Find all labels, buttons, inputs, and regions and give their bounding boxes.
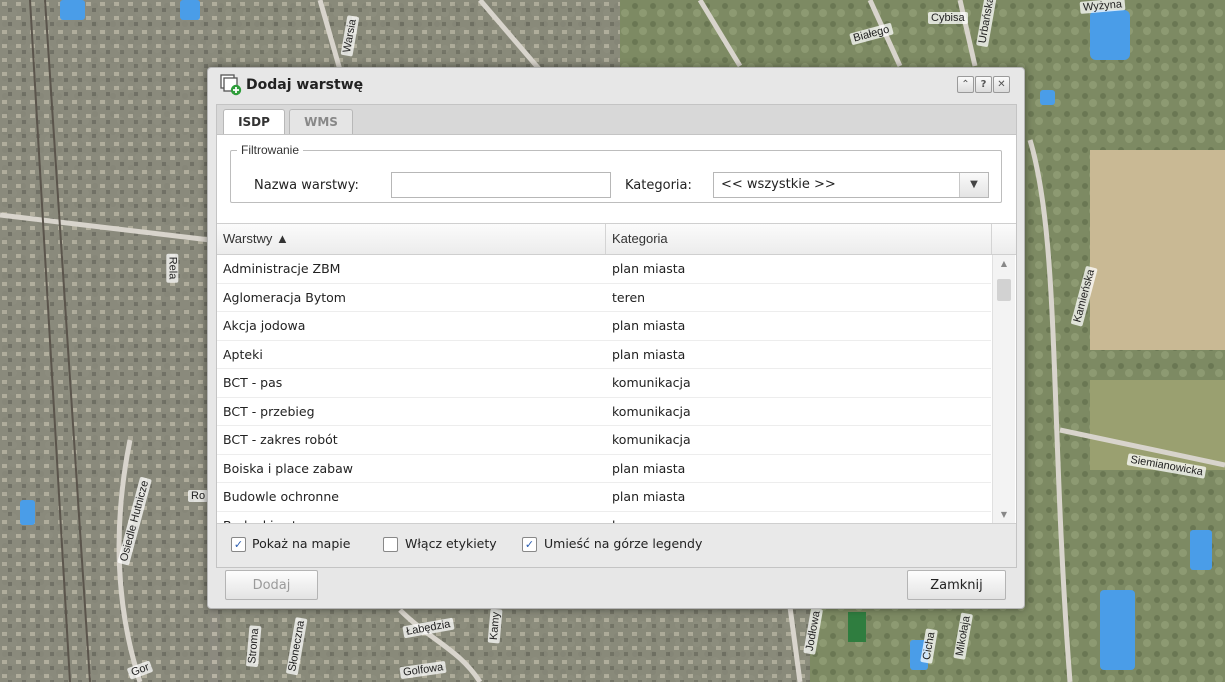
street-label: Ro [188, 490, 209, 502]
grid-rows: Administracje ZBM plan miasta Aglomeracja … [217, 255, 991, 524]
table-row[interactable]: Boiska i place zabaw plan miasta [217, 455, 991, 483]
table-row[interactable]: Apteki plan miasta [217, 341, 991, 369]
layer-name-cell: Akcja jodowa [223, 318, 306, 333]
add-layer-dialog: Dodaj warstwę ⌃ ? ✕ ISDP WMS Filtrowanie… [207, 67, 1025, 609]
layer-name-label: Nazwa warstwy: [254, 178, 359, 193]
street-label: Rela [166, 253, 179, 283]
layer-name-cell: Boiska i place zabaw [223, 460, 353, 476]
filter-legend: Filtrowanie [241, 143, 300, 157]
layer-category-cell: komunikacja [612, 375, 691, 390]
options-bar: ✓ Pokaż na mapie Włącz etykiety ✓ Umieść… [217, 523, 1016, 567]
layer-name-input[interactable] [391, 172, 611, 198]
table-row[interactable]: Budowle ochronne plan miasta [217, 483, 991, 512]
layer-category-cell: plan miasta [612, 261, 686, 276]
tab-wms[interactable]: WMS [289, 109, 353, 135]
add-layer-icon [220, 74, 242, 96]
layers-grid: Warstwy ▲ Kategoria Administracje ZBM pla… [217, 223, 1016, 524]
grid-scrollbar[interactable]: ▲ ▼ [992, 255, 1015, 524]
category-label: Kategoria: [625, 178, 692, 193]
layer-category-cell: komunikacja [612, 403, 691, 419]
close-button[interactable]: Zamknij [907, 570, 1006, 600]
table-row[interactable]: BCT - przebieg komunikacja [217, 398, 991, 426]
layer-category-cell: plan miasta [612, 489, 686, 504]
layer-name-cell: BCT - pas [223, 375, 283, 390]
top-of-legend-checkbox[interactable]: ✓ [522, 537, 537, 552]
tab-content: Filtrowanie Nazwa warstwy: Kategoria: <<… [216, 134, 1017, 568]
chevron-down-icon[interactable]: ▼ [959, 173, 988, 197]
show-on-map-label: Pokaż na mapie [252, 536, 351, 551]
grid-header: Warstwy ▲ Kategoria [217, 224, 1016, 255]
collapse-icon[interactable]: ⌃ [957, 76, 974, 93]
layer-name-cell: Aglomeracja Bytom [223, 289, 346, 305]
layer-category-cell: komunikacja [612, 432, 691, 447]
category-select-value: << wszystkie >> [721, 177, 836, 192]
table-row[interactable]: Administracje ZBM plan miasta [217, 255, 991, 284]
layer-category-cell: plan miasta [612, 318, 686, 333]
layer-category-cell: teren [612, 289, 646, 305]
layer-category-cell: plan miasta [612, 346, 686, 362]
layer-name-cell: BCT - przebieg [223, 403, 315, 419]
dialog-titlebar[interactable]: Dodaj warstwę ⌃ ? ✕ [208, 68, 1024, 102]
close-icon[interactable]: ✕ [993, 76, 1010, 93]
table-row[interactable]: Akcja jodowa plan miasta [217, 312, 991, 341]
scroll-thumb[interactable] [997, 279, 1011, 301]
show-on-map-checkbox[interactable]: ✓ [231, 537, 246, 552]
table-row[interactable]: BCT - pas komunikacja [217, 369, 991, 398]
column-header-layers[interactable]: Warstwy ▲ [217, 224, 606, 254]
scroll-up-icon[interactable]: ▲ [993, 257, 1015, 271]
tab-strip: ISDP WMS [216, 104, 1017, 136]
add-button[interactable]: Dodaj [225, 570, 318, 600]
dialog-title: Dodaj warstwę [246, 77, 364, 93]
layer-name-cell: Budowle ochronne [223, 489, 339, 504]
column-header-category[interactable]: Kategoria [606, 224, 992, 254]
layer-name-cell: Apteki [223, 346, 263, 362]
category-select[interactable]: << wszystkie >> ▼ [713, 172, 989, 198]
filter-fieldset: Filtrowanie Nazwa warstwy: Kategoria: <<… [230, 143, 1002, 203]
tab-isdp[interactable]: ISDP [223, 109, 285, 136]
enable-labels-label: Włącz etykiety [405, 536, 497, 551]
scroll-down-icon[interactable]: ▼ [993, 508, 1015, 522]
table-row[interactable]: BCT - zakres robót komunikacja [217, 426, 991, 455]
top-of-legend-label: Umieść na górze legendy [544, 536, 703, 551]
layer-name-cell: BCT - zakres robót [223, 432, 338, 447]
table-row[interactable]: Aglomeracja Bytom teren [217, 284, 991, 312]
help-icon[interactable]: ? [975, 76, 992, 93]
layer-name-cell: Administracje ZBM [223, 261, 341, 276]
enable-labels-checkbox[interactable] [383, 537, 398, 552]
street-label: Cybisa [928, 12, 968, 24]
layer-category-cell: plan miasta [612, 460, 686, 476]
